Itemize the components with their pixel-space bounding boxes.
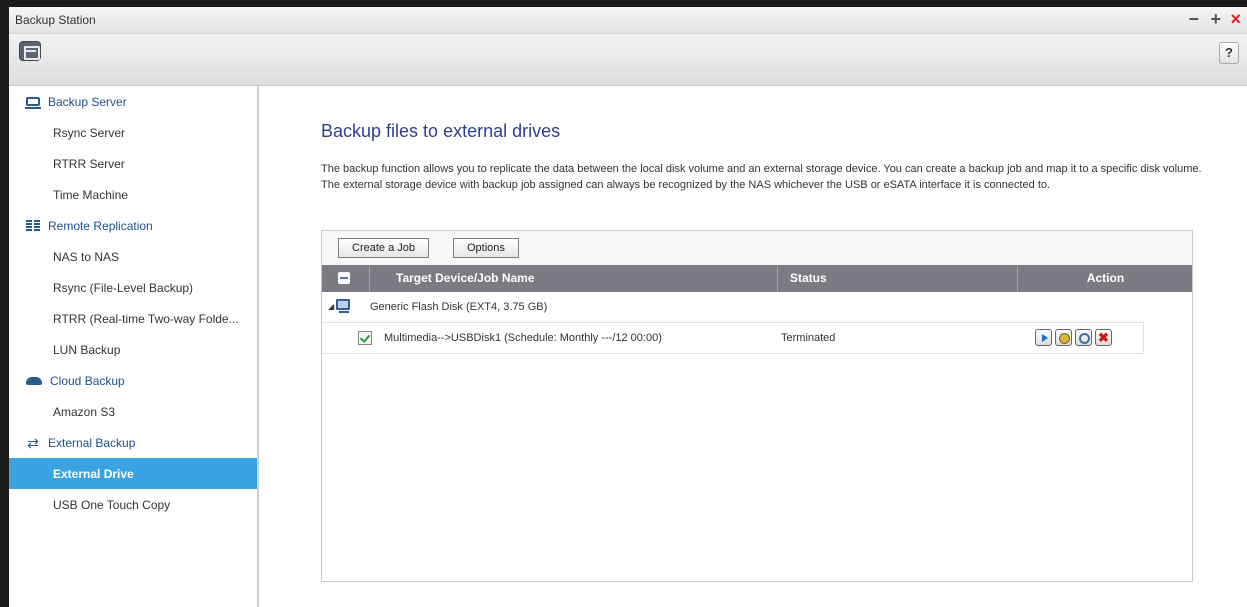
device-name: Generic Flash Disk (EXT4, 3.75 GB) [370,301,548,313]
table-header: Target Device/Job Name Status Action [322,265,1192,292]
expand-arrow-icon[interactable]: ◢ [328,302,334,311]
delete-icon[interactable]: ✖ [1095,329,1112,346]
column-header-name[interactable]: Target Device/Job Name [370,265,778,292]
sidebar: Backup Server Rsync Server RTRR Server T… [9,86,259,607]
sidebar-item-time-machine[interactable]: Time Machine [9,179,257,210]
header-select-all[interactable] [322,265,370,292]
sidebar-item-amazon-s3[interactable]: Amazon S3 [9,396,257,427]
close-button[interactable]: × [1230,10,1241,28]
help-button[interactable]: ? [1219,42,1239,64]
sidebar-item-usb-one-touch-copy[interactable]: USB One Touch Copy [9,489,257,520]
job-panel: Create a Job Options Target Device/Job N… [321,230,1193,582]
server-icon [25,97,41,109]
edit-icon[interactable] [1055,329,1072,346]
view-icon[interactable] [1075,329,1092,346]
sidebar-group-remote-replication[interactable]: Remote Replication [9,210,257,241]
table-row-device[interactable]: ◢ Generic Flash Disk (EXT4, 3.75 GB) [322,292,1144,323]
computer-icon [336,299,350,313]
sidebar-group-cloud-backup[interactable]: Cloud Backup [9,365,257,396]
job-checkmark-icon [358,331,372,345]
sidebar-group-label: Remote Replication [48,218,153,233]
sidebar-group-external-backup[interactable]: ⇄ External Backup [9,427,257,458]
main-menu-icon[interactable] [19,41,41,61]
sidebar-group-label: External Backup [48,435,136,450]
title-bar: Backup Station − + × [9,7,1247,34]
sidebar-item-lun-backup[interactable]: LUN Backup [9,334,257,365]
job-actions: ✖ [1035,329,1112,346]
column-header-action[interactable]: Action [1018,265,1193,292]
options-button[interactable]: Options [453,238,519,258]
sidebar-group-label: Cloud Backup [50,373,125,388]
sidebar-item-rtrr-server[interactable]: RTRR Server [9,148,257,179]
job-status: Terminated [781,332,836,344]
sidebar-item-external-drive[interactable]: External Drive [9,458,257,489]
sidebar-item-rsync[interactable]: Rsync (File-Level Backup) [9,272,257,303]
app-window: Backup Station − + × ? Backup Server Rsy… [0,0,1247,607]
minimize-button[interactable]: − [1188,10,1199,28]
sidebar-item-rsync-server[interactable]: Rsync Server [9,117,257,148]
column-header-status[interactable]: Status [778,265,1018,292]
page-description: The backup function allows you to replic… [321,163,1202,191]
replication-icon [26,219,40,232]
job-name: Multimedia-->USBDisk1 (Schedule: Monthly… [384,332,662,344]
page-title: Backup files to external drives [321,121,561,141]
cloud-icon [26,376,42,385]
collapse-all-icon[interactable] [338,272,350,284]
main-content: Backup files to external drives The back… [261,86,1247,607]
window-title: Backup Station [15,13,96,27]
sidebar-item-nas-to-nas[interactable]: NAS to NAS [9,241,257,272]
panel-toolbar: Create a Job Options [322,231,1192,265]
sidebar-group-backup-server[interactable]: Backup Server [9,86,257,117]
app-toolbar: ? [9,34,1247,86]
table-row-job[interactable]: Multimedia-->USBDisk1 (Schedule: Monthly… [322,323,1144,354]
sidebar-item-rtrr[interactable]: RTRR (Real-time Two-way Folde... [9,303,257,334]
sidebar-group-label: Backup Server [48,94,127,109]
create-job-button[interactable]: Create a Job [338,238,429,258]
sync-icon: ⇄ [27,434,39,451]
play-icon[interactable] [1035,329,1052,346]
maximize-button[interactable]: + [1210,10,1221,28]
